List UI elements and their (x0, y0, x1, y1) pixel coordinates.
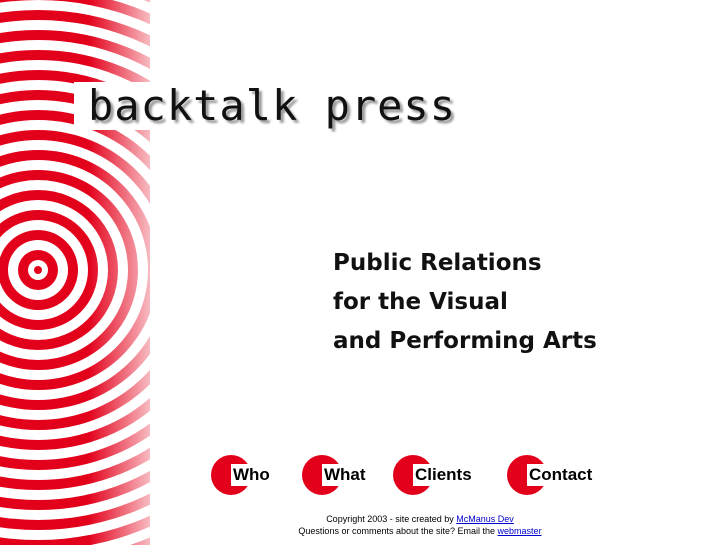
main-nav: Who What Clients Contact (0, 453, 727, 497)
tagline-line-1: Public Relations (333, 250, 542, 276)
tagline-line-3: and Performing Arts (333, 328, 597, 354)
nav-contact-label: Contact (527, 464, 595, 486)
footer-line-2: Questions or comments about the site? Em… (250, 525, 590, 537)
nav-what-label: What (322, 464, 368, 486)
webmaster-link[interactable]: webmaster (498, 526, 542, 536)
creator-link[interactable]: McManus Dev (456, 514, 514, 524)
tagline: Public Relations for the Visual and Perf… (333, 244, 597, 361)
footer: Copyright 2003 - site created by McManus… (250, 513, 590, 537)
tagline-line-2: for the Visual (333, 289, 508, 315)
nav-who-label: Who (231, 464, 272, 486)
footer-line-1: Copyright 2003 - site created by McManus… (250, 513, 590, 525)
nav-clients-label: Clients (413, 464, 474, 486)
question-text: Questions or comments about the site? Em… (298, 526, 496, 536)
site-logo: backtalk press (88, 81, 457, 130)
copyright-text: Copyright 2003 - site created by (326, 514, 454, 524)
